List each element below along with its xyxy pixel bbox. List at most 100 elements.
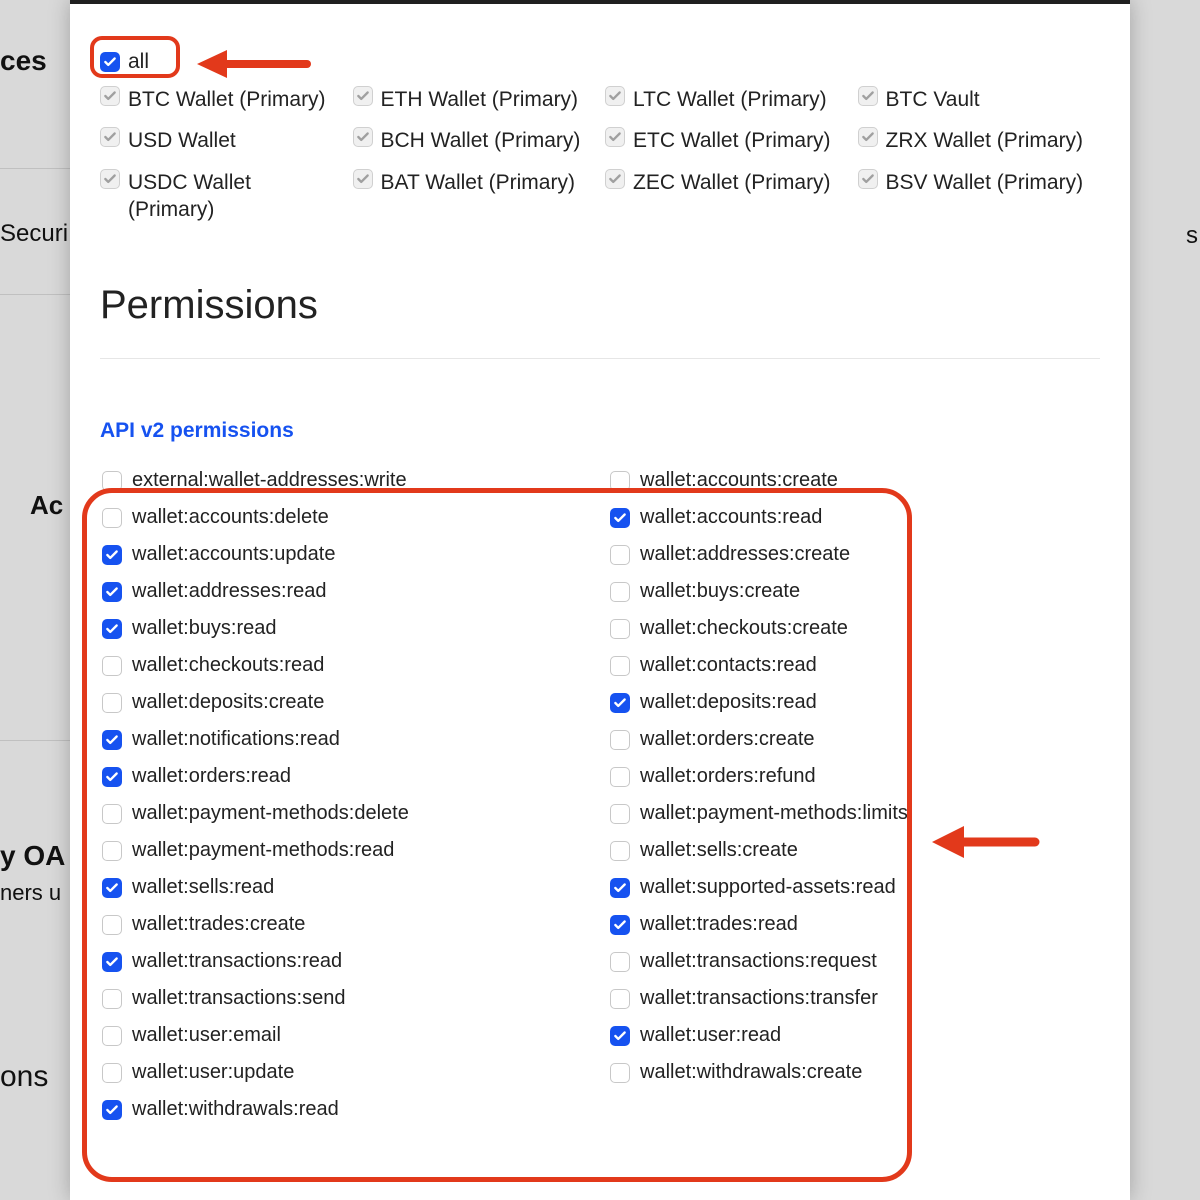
permission-label: wallet:deposits:create [132,691,324,714]
permission-item[interactable]: wallet:sells:create [610,839,1098,862]
bg-text: y OA [0,840,65,872]
checkbox-checked-icon [610,1026,630,1046]
checkbox-unchecked-icon [610,841,630,861]
permission-item[interactable]: wallet:user:email [102,1024,590,1047]
permission-label: wallet:contacts:read [640,654,817,677]
permission-item[interactable]: wallet:checkouts:read [102,654,590,677]
wallet-item-label: USD Wallet [128,127,236,154]
wallet-item[interactable]: USDC Wallet (Primary) [100,169,343,224]
permission-label: wallet:payment-methods:limits [640,802,908,825]
wallet-item[interactable]: ZRX Wallet (Primary) [858,127,1101,154]
checkbox-checked-icon [610,508,630,528]
wallet-item[interactable]: BTC Vault [858,86,1101,113]
permission-item[interactable]: wallet:checkouts:create [610,617,1098,640]
wallet-item-label: LTC Wallet (Primary) [633,86,827,113]
checkbox-disabled-checked-icon [605,169,625,189]
wallet-item[interactable]: ETC Wallet (Primary) [605,127,848,154]
checkbox-disabled-checked-icon [858,127,878,147]
permission-item[interactable]: wallet:transactions:request [610,950,1098,973]
permission-item[interactable]: wallet:transactions:read [102,950,590,973]
bg-text: s [1186,222,1198,250]
permission-label: wallet:transactions:transfer [640,987,878,1010]
permission-item[interactable]: wallet:transactions:send [102,987,590,1010]
permission-label: wallet:accounts:read [640,506,822,529]
permission-label: wallet:transactions:read [132,950,342,973]
checkbox-unchecked-icon [102,1026,122,1046]
permission-item[interactable]: wallet:payment-methods:delete [102,802,590,825]
permission-label: wallet:deposits:read [640,691,817,714]
permission-label: wallet:user:email [132,1024,281,1047]
checkbox-checked-icon [102,619,122,639]
permission-item[interactable]: wallet:deposits:read [610,691,1098,714]
wallet-item[interactable]: BAT Wallet (Primary) [353,169,596,224]
wallet-item[interactable]: BSV Wallet (Primary) [858,169,1101,224]
checkbox-unchecked-icon [102,989,122,1009]
permission-item[interactable]: wallet:orders:refund [610,765,1098,788]
permission-item[interactable]: wallet:accounts:delete [102,506,590,529]
permission-item[interactable]: wallet:transactions:transfer [610,987,1098,1010]
checkbox-unchecked-icon [610,767,630,787]
permission-item[interactable]: wallet:payment-methods:limits [610,802,1098,825]
wallet-item[interactable]: USD Wallet [100,127,343,154]
permission-item[interactable]: wallet:trades:read [610,913,1098,936]
bg-text: ons [0,1060,48,1094]
permission-item[interactable]: wallet:addresses:create [610,543,1098,566]
permission-item[interactable]: wallet:withdrawals:read [102,1098,590,1121]
permission-item[interactable]: wallet:orders:read [102,765,590,788]
permission-label: wallet:accounts:create [640,469,838,492]
checkbox-disabled-checked-icon [100,169,120,189]
permission-item[interactable]: wallet:withdrawals:create [610,1061,1098,1084]
permission-item[interactable]: wallet:sells:read [102,876,590,899]
checkbox-checked-icon [610,915,630,935]
permission-label: wallet:sells:create [640,839,798,862]
checkbox-checked-icon [102,952,122,972]
permission-item[interactable]: wallet:buys:read [102,617,590,640]
checkbox-checked-icon [100,52,120,72]
wallet-all-label: all [128,50,149,74]
permission-item[interactable]: wallet:accounts:create [610,469,1098,492]
wallet-item[interactable]: ETH Wallet (Primary) [353,86,596,113]
checkbox-unchecked-icon [610,582,630,602]
permission-label: wallet:withdrawals:create [640,1061,862,1084]
wallet-item[interactable]: LTC Wallet (Primary) [605,86,848,113]
wallet-item[interactable]: BCH Wallet (Primary) [353,127,596,154]
checkbox-disabled-checked-icon [858,169,878,189]
bg-text: ners u [0,880,61,906]
checkbox-disabled-checked-icon [100,86,120,106]
permission-label: wallet:notifications:read [132,728,340,751]
permission-item[interactable]: wallet:orders:create [610,728,1098,751]
checkbox-disabled-checked-icon [605,127,625,147]
permission-item[interactable]: external:wallet-addresses:write [102,469,590,492]
permission-item[interactable]: wallet:accounts:read [610,506,1098,529]
permission-item[interactable]: wallet:user:read [610,1024,1098,1047]
permission-label: wallet:supported-assets:read [640,876,896,899]
permission-label: wallet:trades:read [640,913,798,936]
permission-label: wallet:user:read [640,1024,781,1047]
permission-item[interactable]: wallet:contacts:read [610,654,1098,677]
permission-label: wallet:checkouts:read [132,654,324,677]
permission-item[interactable]: wallet:addresses:read [102,580,590,603]
permission-item[interactable]: wallet:supported-assets:read [610,876,1098,899]
permission-item[interactable]: wallet:notifications:read [102,728,590,751]
permission-item[interactable]: wallet:deposits:create [102,691,590,714]
permission-item[interactable]: wallet:trades:create [102,913,590,936]
permission-label: wallet:sells:read [132,876,274,899]
checkbox-unchecked-icon [102,693,122,713]
permission-label: wallet:transactions:send [132,987,345,1010]
checkbox-unchecked-icon [102,804,122,824]
wallet-item[interactable]: ZEC Wallet (Primary) [605,169,848,224]
checkbox-disabled-checked-icon [100,127,120,147]
permission-item[interactable]: wallet:buys:create [610,580,1098,603]
permission-label: wallet:user:update [132,1061,294,1084]
permission-item[interactable]: wallet:accounts:update [102,543,590,566]
permission-item[interactable]: wallet:payment-methods:read [102,839,590,862]
wallet-item[interactable]: BTC Wallet (Primary) [100,86,343,113]
permission-label: wallet:orders:refund [640,765,816,788]
wallet-grid: BTC Wallet (Primary) ETH Wallet (Primary)… [100,86,1100,223]
checkbox-unchecked-icon [610,545,630,565]
permission-item[interactable]: wallet:user:update [102,1061,590,1084]
wallet-all-row[interactable]: all [100,50,1100,74]
permission-label: wallet:buys:create [640,580,800,603]
wallets-section: all BTC Wallet (Primary) ETH Wallet (Prim… [100,50,1100,223]
wallet-item-label: BTC Vault [886,86,980,113]
